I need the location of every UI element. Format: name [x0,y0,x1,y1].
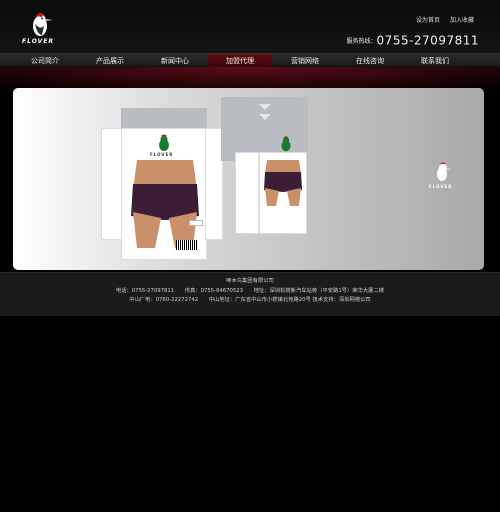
banner-logo-text: FLOVER [429,184,453,189]
page: FLOVER 设为首页 加入收藏 服务热线：0755-27097811 公司简介… [0,0,500,512]
logo-text: FLOVER [22,38,54,45]
nav-item-about[interactable]: 公司简介 [13,54,77,68]
box-logo-icon [159,134,169,151]
header: FLOVER 设为首页 加入收藏 服务热线：0755-27097811 [0,0,500,53]
nav-item-franchise[interactable]: 加盟代理 [208,54,272,68]
footer: 啄木鸟集团有限公司 电话：0755-27097811 传真：0755-84670… [0,272,500,316]
header-glow [0,67,500,89]
hang-hole-icon [259,104,271,120]
barcode [176,240,198,250]
hotline-label: 服务热线： [346,38,377,45]
box-brand-left: FLOVER [150,152,174,157]
nav-item-products[interactable]: 产品展示 [78,54,142,68]
hotline: 服务热线：0755-27097811 [347,30,479,49]
box-right-left-panel [235,152,259,234]
footer-factory-line: 中山厂电：0760-22272742 中山地址：广东省中山市小榄镇北苑路20号 … [129,297,371,303]
box-logo-right-icon [281,136,291,152]
product-banner[interactable]: FLOVER FLOVER [13,88,484,270]
model-right-image [264,160,302,206]
model-left-image [131,160,199,248]
nav-item-consult[interactable]: 在线咨询 [338,54,402,68]
nav-item-contact[interactable]: 联系我们 [403,54,467,68]
add-favorite-link[interactable]: 加入收藏 [450,17,474,24]
banner-logo-icon [437,162,452,181]
nav-item-network[interactable]: 营销网络 [273,54,337,68]
top-links: 设为首页 加入收藏 [408,15,474,24]
set-homepage-link[interactable]: 设为首页 [416,17,440,24]
footer-company: 啄木鸟集团有限公司 [226,278,274,284]
main-nav: 公司简介 产品展示 新闻中心 加盟代理 营销网络 在线咨询 联系我们 [0,53,500,68]
box-side-left [101,128,123,240]
hotline-number: 0755-27097811 [376,33,479,48]
barcode-area [189,220,203,226]
footer-contact-line: 电话：0755-27097811 传真：0755-84670523 地址：深圳松… [115,288,385,294]
nav-item-news[interactable]: 新闻中心 [143,54,207,68]
